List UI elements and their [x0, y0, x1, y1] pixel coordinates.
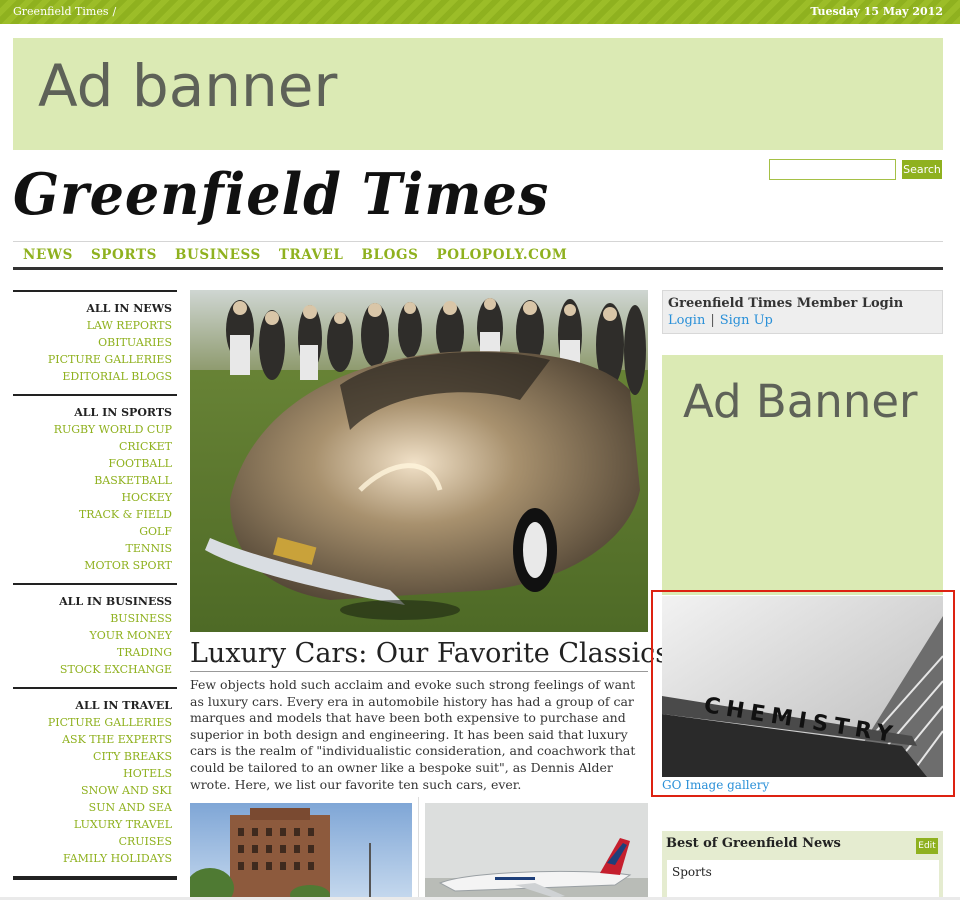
side-ad-banner[interactable]: Ad Banner [662, 355, 943, 595]
thumbnail-divider [418, 797, 419, 900]
nav-item-travel[interactable]: TRAVEL [279, 242, 344, 269]
sidebar-section-sports: ALL IN SPORTS RUGBY WORLD CUP CRICKET FO… [13, 394, 177, 583]
edit-button[interactable]: Edit [916, 838, 938, 854]
sidebar-link[interactable]: SNOW AND SKI [13, 782, 172, 799]
sidebar-link[interactable]: HOCKEY [13, 489, 172, 506]
sidebar-link[interactable]: TENNIS [13, 540, 173, 557]
nav-item-business[interactable]: BUSINESS [175, 242, 261, 269]
nav-item-blogs[interactable]: BLOGS [362, 242, 419, 269]
sidebar-link[interactable]: EDITORIAL BLOGS [13, 368, 172, 385]
breadcrumb: Greenfield Times / [13, 5, 116, 18]
sidebar-section-travel: ALL IN TRAVEL PICTURE GALLERIES ASK THE … [13, 687, 177, 876]
site-logo[interactable]: Greenfield Times [13, 160, 549, 227]
sidebar-section-news: ALL IN NEWS LAW REPORTS OBITUARIES PICTU… [13, 290, 177, 394]
member-login-title: Greenfield Times Member Login [668, 296, 904, 311]
login-separator: | [710, 313, 715, 328]
article-hero-image[interactable] [190, 290, 648, 632]
login-link[interactable]: Login [668, 313, 705, 328]
sidebar-link[interactable]: CRICKET [13, 438, 172, 455]
sidebar-end-rule [13, 876, 177, 880]
sidebar-heading[interactable]: ALL IN BUSINESS [13, 593, 172, 610]
sidebar-link[interactable]: LAW REPORTS [13, 317, 172, 334]
sidebar-link[interactable]: MOTOR SPORT [13, 557, 172, 574]
sidebar-link[interactable]: RUGBY WORLD CUP [13, 421, 172, 438]
sidebar-link[interactable]: ASK THE EXPERTS [13, 731, 172, 748]
top-ad-label: Ad banner [38, 52, 338, 120]
sidebar-link[interactable]: SUN AND SEA [13, 799, 172, 816]
best-of-news-box: Best of Greenfield News Edit Sports [662, 831, 943, 900]
sidebar-link[interactable]: CRUISES [13, 833, 172, 850]
gallery-image[interactable]: CHEMISTRY [662, 596, 943, 777]
tab-sports[interactable]: Sports [672, 865, 712, 879]
member-login-links: Login | Sign Up [668, 312, 937, 329]
sidebar-link[interactable]: FOOTBALL [13, 455, 172, 472]
search-button[interactable]: Search [902, 160, 942, 179]
best-of-news-panel: Sports [667, 860, 939, 900]
best-of-news-title: Best of Greenfield News [666, 836, 841, 851]
sidebar-link[interactable]: BASKETBALL [13, 472, 172, 489]
current-date: Tuesday 15 May 2012 [810, 5, 943, 18]
section-sidebar: ALL IN NEWS LAW REPORTS OBITUARIES PICTU… [13, 290, 177, 880]
sidebar-link[interactable]: GOLF [13, 523, 172, 540]
sidebar-link[interactable]: TRACK & FIELD [13, 506, 172, 523]
article-summary: Few objects hold such acclaim and evoke … [190, 677, 636, 792]
sidebar-link[interactable]: CITY BREAKS [13, 748, 172, 765]
sidebar-link[interactable]: BUSINESS [13, 610, 172, 627]
member-login-box: Greenfield Times Member Login Login | Sign… [662, 290, 943, 334]
breadcrumb-home-link[interactable]: Greenfield Times [13, 5, 109, 18]
sidebar-link[interactable]: HOTELS [13, 765, 172, 782]
sidebar-link[interactable]: STOCK EXCHANGE [13, 661, 172, 678]
breadcrumb-separator: / [112, 5, 117, 18]
sidebar-link[interactable]: PICTURE GALLERIES [13, 351, 172, 368]
sidebar-heading[interactable]: ALL IN NEWS [13, 300, 172, 317]
article-title[interactable]: Luxury Cars: Our Favorite Classics [190, 637, 669, 672]
sidebar-link[interactable]: PICTURE GALLERIES [13, 714, 172, 731]
search-input[interactable] [769, 159, 896, 180]
hotel-thumbnail[interactable] [190, 803, 412, 900]
signup-link[interactable]: Sign Up [720, 313, 773, 328]
top-ad-banner[interactable]: Ad banner [13, 38, 943, 150]
image-gallery-link[interactable]: GO Image gallery [662, 778, 769, 792]
nav-item-polopoly[interactable]: POLOPOLY.COM [436, 242, 567, 269]
sidebar-link[interactable]: FAMILY HOLIDAYS [13, 850, 172, 867]
sidebar-heading[interactable]: ALL IN TRAVEL [13, 697, 172, 714]
nav-item-news[interactable]: NEWS [23, 242, 73, 269]
sidebar-section-business: ALL IN BUSINESS BUSINESS YOUR MONEY TRAD… [13, 583, 177, 687]
sidebar-link[interactable]: OBITUARIES [13, 334, 172, 351]
top-bar: Greenfield Times / Tuesday 15 May 2012 [0, 0, 960, 24]
airplane-thumbnail[interactable] [425, 803, 648, 900]
nav-item-sports[interactable]: SPORTS [91, 242, 157, 269]
sidebar-link[interactable]: LUXURY TRAVEL [13, 816, 172, 833]
sidebar-link[interactable]: TRADING [13, 644, 172, 661]
sidebar-heading[interactable]: ALL IN SPORTS [13, 404, 172, 421]
side-ad-label: Ad Banner [683, 375, 918, 428]
sidebar-link[interactable]: YOUR MONEY [13, 627, 172, 644]
main-nav: NEWS SPORTS BUSINESS TRAVEL BLOGS POLOPO… [13, 241, 943, 270]
